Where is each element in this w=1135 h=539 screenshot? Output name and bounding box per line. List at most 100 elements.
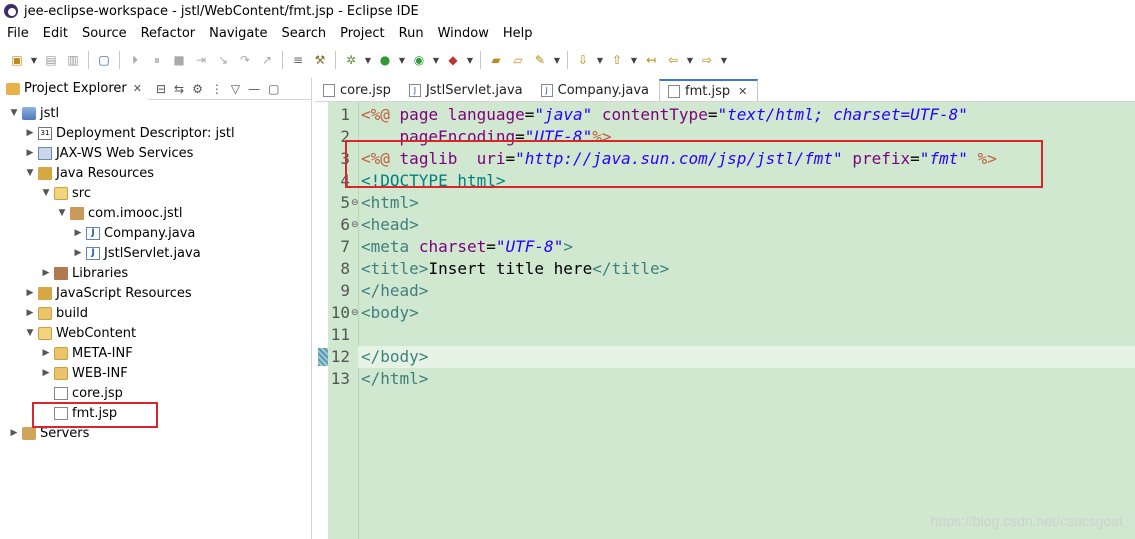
fold-toggle-icon[interactable]: ⊖ (351, 220, 359, 230)
tree-item-core-jsp[interactable]: core.jsp (54, 383, 123, 403)
disconnect-icon[interactable]: ⇥ (192, 51, 210, 69)
folder-icon (54, 346, 68, 360)
close-icon[interactable]: ✕ (738, 85, 747, 98)
code-line: <body> (361, 303, 419, 322)
tree-item-package[interactable]: ▼ com.imooc.jstl (56, 203, 183, 223)
menu-run[interactable]: Run (392, 26, 431, 41)
last-edit-location-icon[interactable]: ↤ (642, 51, 660, 69)
chevron-right-icon[interactable]: ▶ (40, 348, 52, 358)
back-icon[interactable]: ⇦ (664, 51, 682, 69)
coverage-icon[interactable]: ◉ (410, 51, 428, 69)
menu-window[interactable]: Window (431, 26, 496, 41)
library-icon (54, 266, 68, 280)
tab-fmt-jsp[interactable]: fmt.jsp ✕ (659, 79, 759, 101)
tree-item-javascript-resources[interactable]: ▶ JavaScript Resources (24, 283, 192, 303)
new-icon[interactable]: ▣ (8, 51, 26, 69)
previous-annotation-dropdown-icon[interactable]: ▼ (630, 51, 638, 69)
save-all-icon[interactable]: ▥ (64, 51, 82, 69)
menu-project[interactable]: Project (333, 26, 391, 41)
fold-toggle-icon[interactable]: ⊖ (351, 308, 359, 318)
chevron-down-icon[interactable]: ▼ (56, 208, 68, 218)
code-editor[interactable]: 1 2 3 4 5 6 7 8 9 10 11 12 13 ⊖ ⊖ ⊖ <%@ … (315, 102, 1135, 539)
project-explorer-panel: Project Explorer ✕ ⊟ ⇆ ⚙ ⋮ ▽ — ▢ ▼ jstl … (0, 77, 312, 539)
tree-item-webcontent[interactable]: ▼ WebContent (24, 323, 137, 343)
minimize-icon[interactable]: ▽ (231, 82, 240, 96)
chevron-right-icon[interactable]: ▶ (24, 148, 36, 158)
skip-breakpoints-icon[interactable]: ⏵ (126, 51, 144, 69)
chevron-right-icon[interactable]: ▶ (24, 128, 36, 138)
chevron-right-icon[interactable]: ▶ (40, 368, 52, 378)
project-explorer-tab[interactable]: Project Explorer ✕ (0, 77, 148, 100)
tree-item-deployment-descriptor[interactable]: ▶ 31 Deployment Descriptor: jstl (24, 123, 235, 143)
menu-navigate[interactable]: Navigate (202, 26, 274, 41)
forward-icon[interactable]: ⇨ (698, 51, 716, 69)
next-annotation-icon[interactable]: ⇩ (574, 51, 592, 69)
chevron-down-icon[interactable]: ▼ (24, 168, 36, 178)
debug-dropdown-icon[interactable]: ▼ (364, 51, 372, 69)
perspective-dropdown-icon[interactable]: ▼ (553, 51, 561, 69)
menu-help[interactable]: Help (496, 26, 540, 41)
editor-tab-bar: core.jsp J JstlServlet.java J Company.ja… (315, 78, 1135, 102)
tab-core-jsp[interactable]: core.jsp (315, 79, 401, 101)
external-tools-dropdown-icon[interactable]: ▼ (466, 51, 474, 69)
external-tools-icon[interactable]: ◆ (444, 51, 462, 69)
menu-refactor[interactable]: Refactor (134, 26, 203, 41)
forward-dropdown-icon[interactable]: ▼ (720, 51, 728, 69)
new-dropdown-icon[interactable]: ▼ (30, 51, 38, 69)
tab-company-java[interactable]: J Company.java (533, 79, 659, 101)
chevron-right-icon[interactable]: ▶ (24, 308, 36, 318)
tree-item-jstl[interactable]: ▼ jstl (8, 103, 60, 123)
tree-item-jax-ws[interactable]: ▶ JAX-WS Web Services (24, 143, 194, 163)
previous-annotation-icon[interactable]: ⇧ (608, 51, 626, 69)
menu-file[interactable]: File (0, 26, 36, 41)
tree-item-src[interactable]: ▼ src (40, 183, 91, 203)
next-annotation-dropdown-icon[interactable]: ▼ (596, 51, 604, 69)
back-dropdown-icon[interactable]: ▼ (686, 51, 694, 69)
step-return-icon[interactable]: ↗ (258, 51, 276, 69)
open-perspective-icon[interactable]: ✎ (531, 51, 549, 69)
tree-item-web-inf[interactable]: ▶ WEB-INF (40, 363, 128, 383)
open-type-icon[interactable]: ▰ (487, 51, 505, 69)
tab-label: fmt.jsp (685, 83, 731, 99)
link-with-editor-icon[interactable]: ⇆ (174, 82, 184, 96)
coverage-dropdown-icon[interactable]: ▼ (432, 51, 440, 69)
chevron-right-icon[interactable]: ▶ (72, 248, 84, 258)
run-dropdown-icon[interactable]: ▼ (398, 51, 406, 69)
tab-jstlservlet-java[interactable]: J JstlServlet.java (401, 79, 533, 101)
terminal-icon[interactable]: ▢ (95, 51, 113, 69)
chevron-right-icon[interactable]: ▶ (72, 228, 84, 238)
chevron-right-icon[interactable]: ▶ (40, 268, 52, 278)
open-task-icon[interactable]: ▱ (509, 51, 527, 69)
chevron-down-icon[interactable]: ▼ (8, 108, 20, 118)
save-icon[interactable]: ▤ (42, 51, 60, 69)
chevron-down-icon[interactable]: ▼ (40, 188, 52, 198)
menu-source[interactable]: Source (75, 26, 134, 41)
tree-item-libraries[interactable]: ▶ Libraries (40, 263, 129, 283)
view-menu-icon[interactable]: ⚙ (192, 82, 203, 96)
tree-item-meta-inf[interactable]: ▶ META-INF (40, 343, 133, 363)
use-step-filters-icon[interactable]: ≡ (289, 51, 307, 69)
tree-item-label: Deployment Descriptor: jstl (56, 125, 235, 141)
collapse-all-icon[interactable]: ⊟ (156, 82, 166, 96)
maximize-icon[interactable]: ▢ (268, 82, 279, 96)
tree-item-company-java[interactable]: ▶ J Company.java (72, 223, 196, 243)
step-over-icon[interactable]: ↷ (236, 51, 254, 69)
view-menu-dropdown-icon[interactable]: ⋮ (211, 82, 223, 96)
chevron-down-icon[interactable]: ▼ (24, 328, 36, 338)
tree-item-build[interactable]: ▶ build (24, 303, 88, 323)
menu-edit[interactable]: Edit (36, 26, 75, 41)
chevron-right-icon[interactable]: ▶ (24, 288, 36, 298)
terminate-icon[interactable]: ■ (170, 51, 188, 69)
fold-toggle-icon[interactable]: ⊖ (351, 198, 359, 208)
chevron-right-icon[interactable]: ▶ (8, 428, 20, 438)
menu-search[interactable]: Search (274, 26, 333, 41)
debug-icon[interactable]: ✲ (342, 51, 360, 69)
drop-to-frame-icon[interactable]: ⚒ (311, 51, 329, 69)
close-icon[interactable]: ✕ (133, 82, 142, 95)
minimize-view-icon[interactable]: — (248, 82, 260, 96)
run-icon[interactable]: ● (376, 51, 394, 69)
tree-item-jstlservlet-java[interactable]: ▶ J JstlServlet.java (72, 243, 201, 263)
suspend-icon[interactable]: ⏸ (148, 51, 166, 69)
step-into-icon[interactable]: ↘ (214, 51, 232, 69)
tree-item-java-resources[interactable]: ▼ Java Resources (24, 163, 154, 183)
